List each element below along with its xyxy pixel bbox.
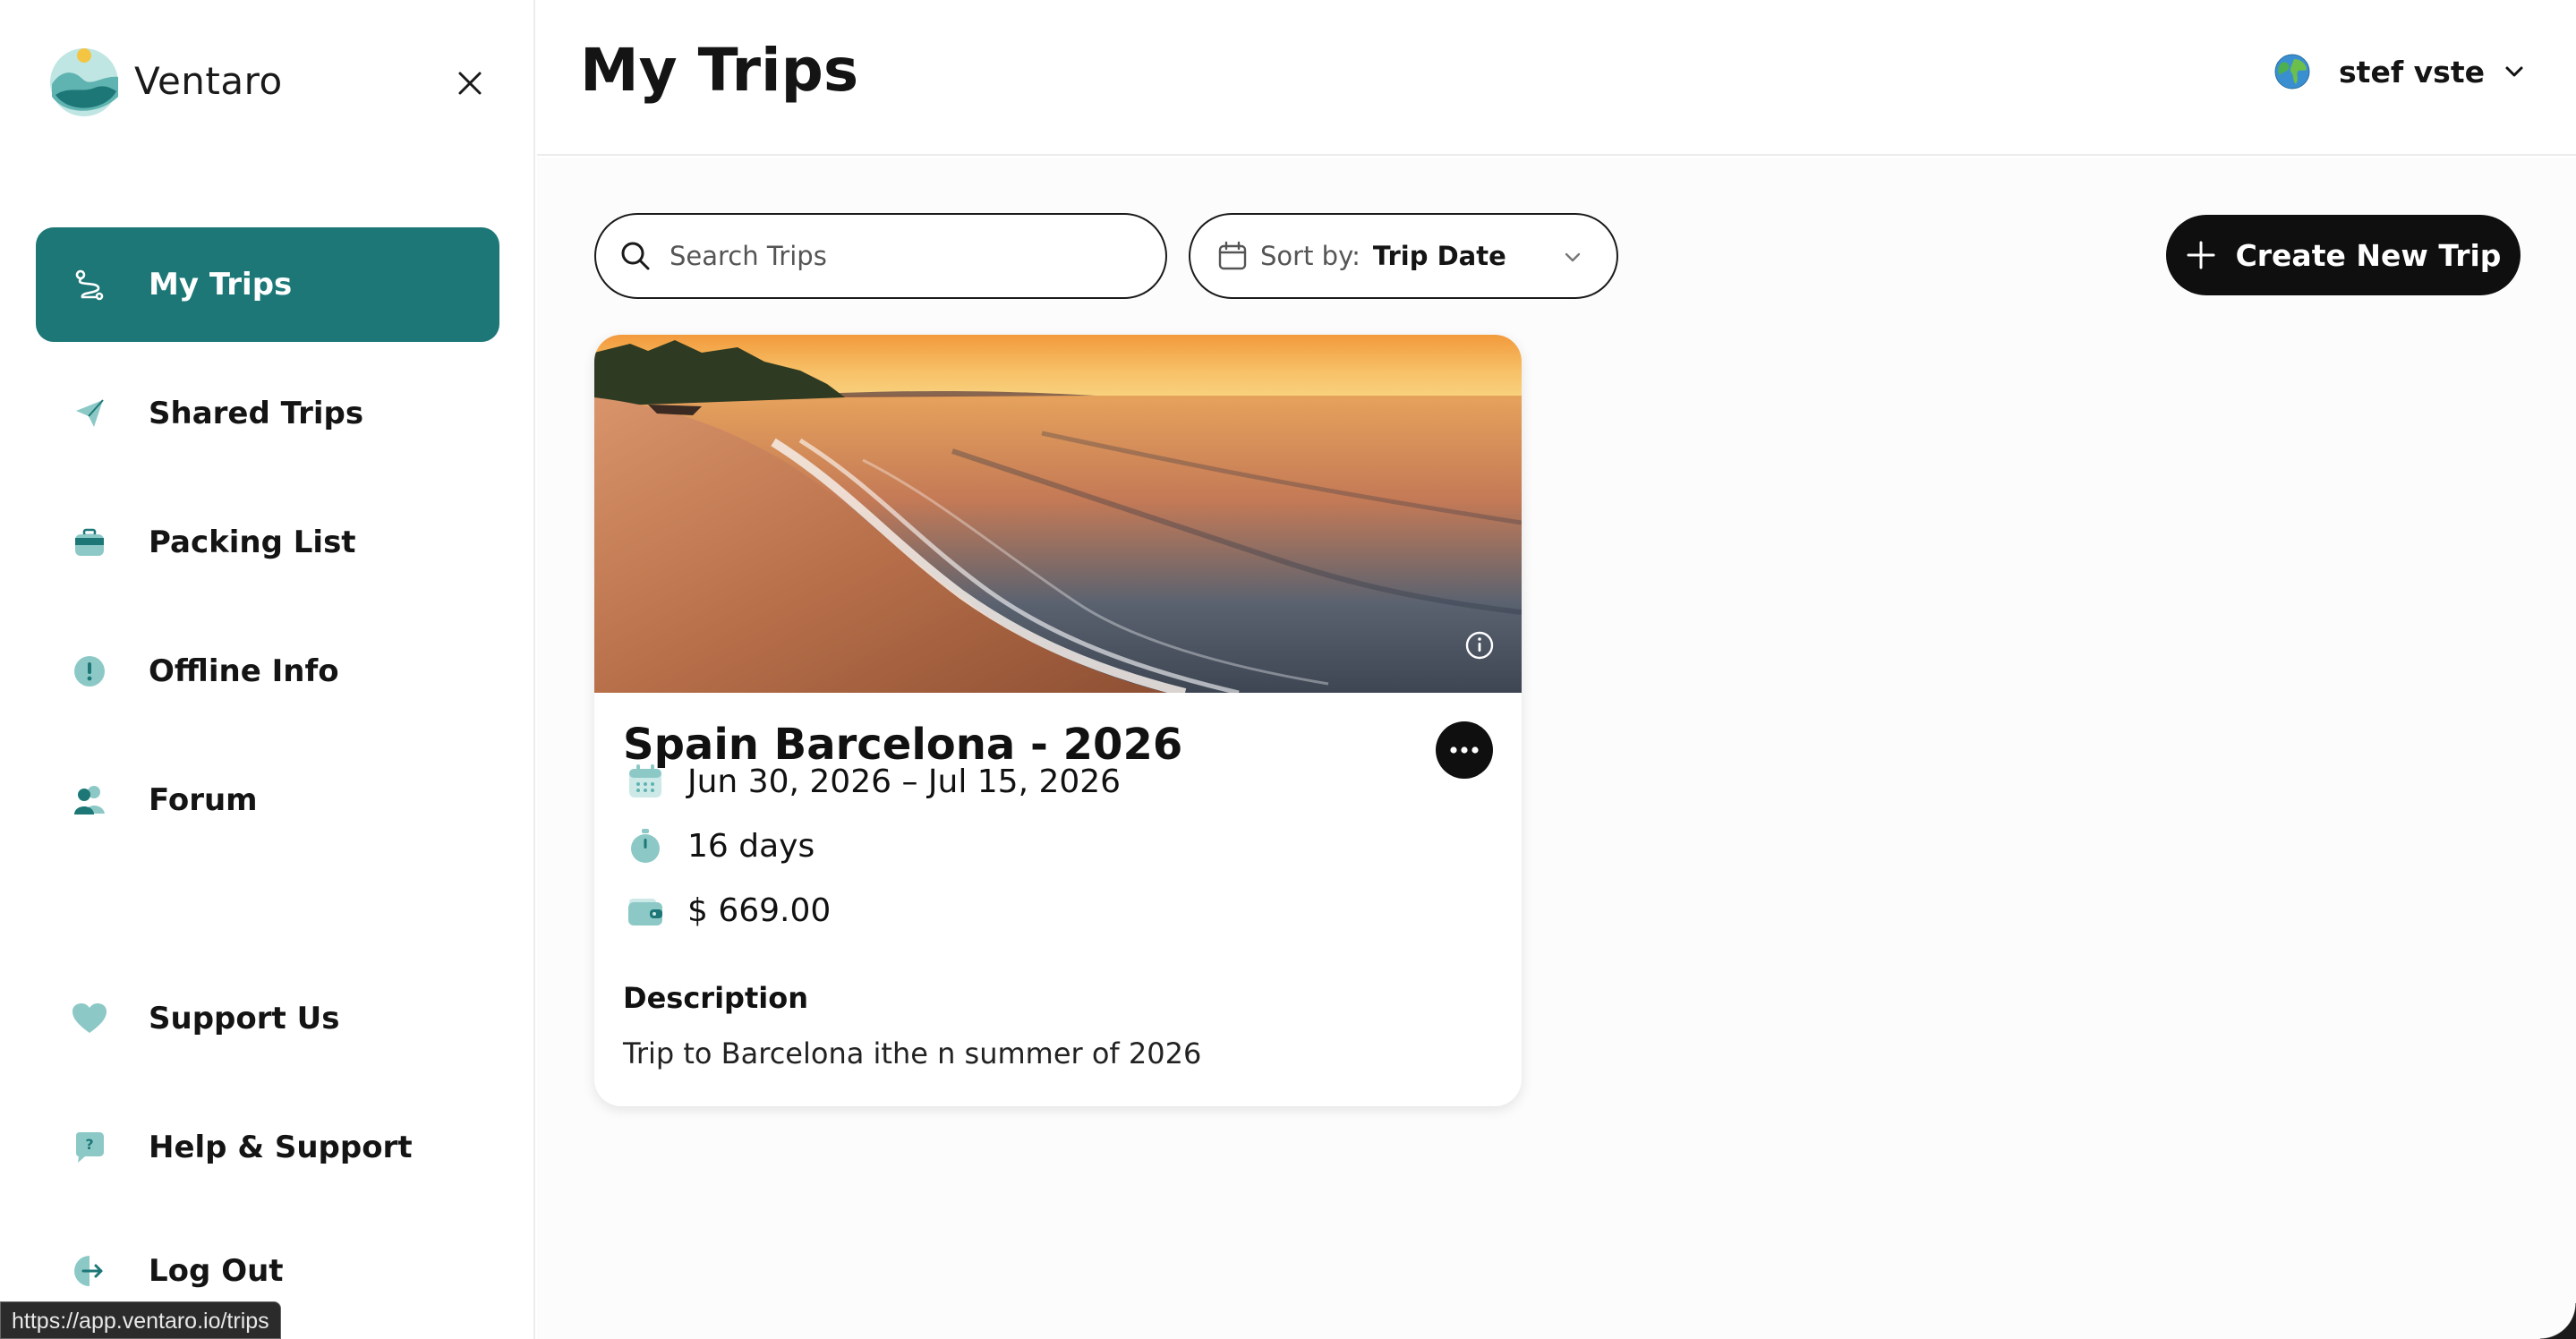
sidebar-item-forum[interactable]: Forum [36,743,499,857]
help-bubble-icon: ? [70,1128,109,1167]
wallet-icon [628,899,662,925]
logout-icon [70,1251,109,1291]
alert-circle-icon [70,652,109,691]
sidebar-item-label: Shared Trips [149,396,364,431]
stopwatch-icon [631,829,660,863]
brand-name: Ventaro [134,58,283,103]
chevron-down-icon [2505,66,2523,77]
more-options-button[interactable] [1436,721,1493,779]
sidebar-item-label: Support Us [149,1001,340,1036]
info-icon[interactable] [1464,630,1495,661]
window-corner [2540,1303,2576,1339]
trip-budget-row: $ 669.00 [627,891,831,929]
search-input[interactable] [670,241,1135,271]
search-bar[interactable] [594,213,1167,299]
trip-duration: 16 days [687,827,815,865]
top-header: My Trips stef vste [537,0,2576,156]
plus-icon [2187,241,2215,269]
paper-plane-icon [70,394,109,433]
trip-description: Trip to Barcelona ithe n summer of 2026 [623,1036,1202,1070]
heart-icon [70,999,109,1038]
page-title: My Trips [580,36,859,105]
link-preview-statusbar: https://app.ventaro.io/trips [0,1301,281,1339]
sidebar-item-offline-info[interactable]: Offline Info [36,614,499,729]
route-icon [70,265,109,304]
sidebar: Ventaro My Trips Shared Trips Packing Li… [0,0,535,1339]
sidebar-item-label: Packing List [149,525,356,560]
sidebar-item-shared-trips[interactable]: Shared Trips [36,356,499,471]
search-icon [621,242,650,270]
user-menu[interactable]: stef vste [2274,54,2526,90]
suitcase-icon [70,523,109,562]
calendar-icon [629,764,661,797]
trip-cover-image [594,335,1522,693]
calendar-icon [1218,241,1247,270]
description-heading: Description [623,981,808,1015]
sort-value: Trip Date [1372,241,1506,271]
main-content: Sort by: Trip Date Create New Trip [537,158,2576,1339]
users-icon [70,780,109,820]
close-icon [458,72,482,95]
sidebar-item-label: Help & Support [149,1130,413,1165]
trip-duration-row: 16 days [627,827,815,865]
sidebar-item-label: Forum [149,782,258,818]
sidebar-item-support-us[interactable]: Support Us [36,961,499,1076]
user-name: stef vste [2339,54,2485,90]
more-dots-icon [1450,746,1479,754]
chevron-down-icon [1565,252,1581,262]
sort-dropdown[interactable]: Sort by: Trip Date [1189,213,1618,299]
trip-dates: Jun 30, 2026 – Jul 15, 2026 [687,763,1122,800]
sidebar-item-my-trips[interactable]: My Trips [36,227,499,342]
ventaro-logo-icon [50,48,118,116]
trip-budget: $ 669.00 [687,891,832,929]
trip-card[interactable]: Spain Barcelona - 2026 Jun 30, 2026 – Ju… [594,335,1522,1106]
sidebar-item-help-support[interactable]: ? Help & Support [36,1090,499,1205]
sidebar-item-label: Log Out [149,1253,284,1289]
create-new-trip-label: Create New Trip [2235,237,2502,273]
trip-dates-row: Jun 30, 2026 – Jul 15, 2026 [627,763,1121,800]
sidebar-item-label: Offline Info [149,653,339,689]
create-new-trip-button[interactable]: Create New Trip [2166,215,2521,295]
brand[interactable]: Ventaro [47,43,283,118]
sidebar-item-packing-list[interactable]: Packing List [36,485,499,600]
sort-label: Sort by: [1260,241,1361,271]
globe-avatar-icon [2274,54,2310,90]
close-sidebar-button[interactable] [448,61,492,106]
svg-text:?: ? [85,1136,93,1153]
sidebar-item-label: My Trips [149,267,293,303]
